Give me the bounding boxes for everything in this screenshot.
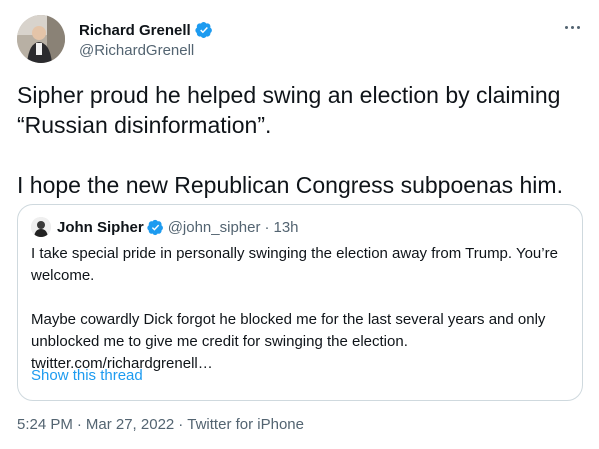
quoted-separator: · <box>264 218 270 236</box>
tweet-header: Richard Grenell @RichardGrenell <box>17 15 582 63</box>
author-handle[interactable]: @RichardGrenell <box>79 42 194 59</box>
meta-separator: · <box>76 416 82 433</box>
tweet-date[interactable]: Mar 27, 2022 <box>86 416 174 433</box>
quoted-timestamp: 13h <box>273 218 299 236</box>
tweet-meta: 5:24 PM · Mar 27, 2022 · Twitter for iPh… <box>17 416 304 433</box>
quoted-paragraph: I take special pride in personally swing… <box>31 245 558 284</box>
meta-separator: · <box>178 416 184 433</box>
author-name[interactable]: Richard Grenell <box>79 22 191 39</box>
tweet-time[interactable]: 5:24 PM <box>17 416 73 433</box>
quoted-author-handle: @john_sipher <box>167 218 261 236</box>
author-avatar-image <box>17 15 65 63</box>
tweet-paragraph: I hope the new Republican Congress subpo… <box>17 172 563 198</box>
quoted-paragraph: Maybe cowardly Dick forgot he blocked me… <box>31 311 546 350</box>
quoted-tweet-header: John Sipher @john_sipher · 13h <box>31 217 299 237</box>
quoted-author-avatar-image <box>31 217 51 237</box>
verified-badge-icon <box>195 21 212 39</box>
quoted-tweet-text: I take special pride in personally swing… <box>31 243 571 375</box>
quoted-author-name: John Sipher <box>57 218 144 236</box>
author-name-row: Richard Grenell <box>79 21 213 39</box>
tweet-paragraph: Sipher proud he helped swing an election… <box>17 82 561 138</box>
tweet-text: Sipher proud he helped swing an election… <box>17 80 582 200</box>
more-dots-icon[interactable] <box>562 17 582 37</box>
quoted-author-avatar <box>31 217 51 237</box>
show-thread-link[interactable]: Show this thread <box>31 367 143 384</box>
author-avatar[interactable] <box>17 15 65 63</box>
quoted-tweet-card[interactable]: John Sipher @john_sipher · 13h I take sp… <box>17 204 583 401</box>
tweet-source[interactable]: Twitter for iPhone <box>187 416 304 433</box>
verified-badge-icon <box>147 219 163 235</box>
